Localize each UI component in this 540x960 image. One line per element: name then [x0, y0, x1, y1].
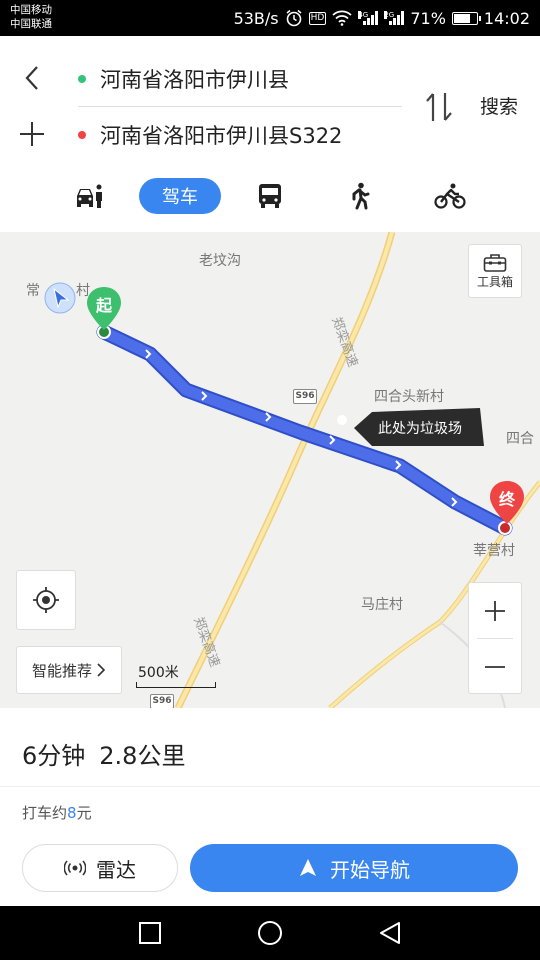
travel-modes: 驾车 [0, 176, 540, 216]
scale-bar [136, 682, 216, 688]
taxi-price: 8 [67, 804, 77, 822]
route-summary-panel: 6分钟 2.8公里 打车约8元 雷达 开始导航 [0, 708, 540, 906]
map-label-chang: 常 [26, 283, 40, 299]
back-button[interactable] [16, 62, 48, 94]
search-button[interactable]: 搜索 [480, 92, 518, 119]
map-label-mazhuang: 马庄村 [361, 597, 403, 613]
chevron-right-icon [97, 663, 106, 677]
map-base [96, 232, 540, 708]
toolbox-label: 工具箱 [476, 274, 513, 289]
map-label-sihe: 四合 [506, 431, 534, 447]
wifi-icon [332, 10, 352, 26]
route-summary[interactable]: 6分钟 2.8公里 [22, 736, 185, 771]
carrier-1: 中国移动 [10, 4, 52, 16]
plus-icon [485, 600, 505, 621]
taxi-prefix: 打车约 [22, 804, 68, 822]
status-icons: 53B/s HD 4G 2G 71% 14:02 [234, 0, 530, 36]
callout-text: 此处为垃圾场 [378, 421, 462, 437]
triangle-back-icon[interactable] [377, 920, 403, 946]
zoom-controls [468, 582, 522, 694]
net-speed: 53B/s [233, 8, 279, 28]
signal-icon-2: 2G [384, 11, 405, 25]
walk-icon [352, 182, 370, 210]
radar-label: 雷达 [96, 857, 136, 882]
end-location[interactable]: 河南省洛阳市伊川县S322 [78, 120, 342, 150]
circle-icon[interactable] [257, 920, 283, 946]
carrier-2: 中国联通 [10, 18, 52, 30]
alarm-icon [286, 9, 302, 27]
tab-walk[interactable] [340, 176, 380, 216]
status-bar: 中国移动 中国联通 53B/s HD 4G 2G 71% 14:02 [0, 0, 540, 36]
hd-badge: HD [308, 11, 327, 25]
highway-shield-upper: S96 [293, 389, 317, 404]
toolbox-button[interactable]: 工具箱 [468, 244, 522, 298]
square-icon[interactable] [137, 920, 163, 946]
duration: 6分钟 [22, 742, 86, 770]
end-dot [78, 131, 86, 139]
zoom-in-button[interactable] [469, 583, 521, 638]
car-pedestrian-icon [77, 184, 102, 208]
minus-icon [485, 665, 505, 668]
swap-icon [426, 93, 452, 121]
start-navigation-button[interactable]: 开始导航 [190, 844, 518, 892]
end-pin[interactable]: 终 [489, 480, 525, 526]
map-view[interactable]: 老坟沟 常 村 四合头新村 四合 莘营村 马庄村 郑栾高速 郑栾高速 S96 S… [0, 232, 540, 708]
battery-fill [453, 13, 470, 23]
carriers: 中国移动 中国联通 [10, 3, 52, 31]
toolbox-icon [483, 253, 507, 272]
zoom-out-button[interactable] [469, 639, 521, 694]
signal-tag-2: 2G [384, 11, 395, 19]
location-divider [78, 106, 402, 107]
tab-taxi[interactable] [70, 176, 110, 216]
battery-percent: 71% [410, 8, 446, 28]
highway-shield-lower: S96 [150, 694, 174, 708]
start-pin-label: 起 [95, 296, 112, 315]
navigation-arrow-icon [300, 859, 316, 876]
distance: 2.8公里 [99, 742, 186, 770]
radar-button[interactable]: 雷达 [22, 844, 178, 892]
map-label-siheitou: 四合头新村 [374, 389, 444, 405]
route-header: 河南省洛阳市伊川县 河南省洛阳市伊川县S322 搜索 驾车 [0, 36, 540, 232]
scale-label: 500米 [138, 665, 179, 681]
plus-icon [20, 122, 44, 146]
bus-icon [259, 184, 281, 208]
crosshair-icon [33, 587, 59, 613]
taxi-estimate[interactable]: 打车约8元 [22, 802, 92, 823]
my-location-arrow-icon [44, 282, 76, 314]
swap-button[interactable] [422, 90, 458, 124]
map-label-xinying: 莘营村 [473, 543, 515, 559]
garbage-site-callout[interactable]: 此处为垃圾场 [350, 406, 484, 452]
start-location-text: 河南省洛阳市伊川县 [100, 68, 289, 92]
add-waypoint-button[interactable] [16, 118, 48, 150]
clock: 14:02 [483, 8, 530, 28]
start-pin[interactable]: 起 [86, 286, 122, 332]
battery-icon [451, 11, 481, 25]
end-pin-label: 终 [498, 490, 515, 509]
signal-tag-1: 4G [358, 11, 369, 19]
panel-divider [0, 786, 540, 787]
tab-drive[interactable]: 驾车 [139, 178, 221, 214]
signal-icon-1: 4G [358, 11, 379, 25]
bike-icon [434, 183, 466, 209]
chevron-left-icon [25, 66, 38, 90]
start-navigation-label: 开始导航 [330, 857, 410, 882]
map-label-laowengou: 老坟沟 [199, 253, 241, 269]
end-location-text: 河南省洛阳市伊川县S322 [100, 124, 343, 148]
locate-button[interactable] [16, 570, 76, 630]
tab-bus[interactable] [250, 176, 290, 216]
smart-recommend-label: 智能推荐 [31, 661, 92, 680]
start-location[interactable]: 河南省洛阳市伊川县 [78, 64, 289, 94]
start-dot [78, 75, 86, 83]
radar-icon [64, 860, 86, 876]
tab-bike[interactable] [430, 176, 470, 216]
system-nav-bar [0, 906, 540, 960]
taxi-suffix: 元 [76, 804, 92, 822]
smart-recommend-button[interactable]: 智能推荐 [16, 646, 122, 694]
